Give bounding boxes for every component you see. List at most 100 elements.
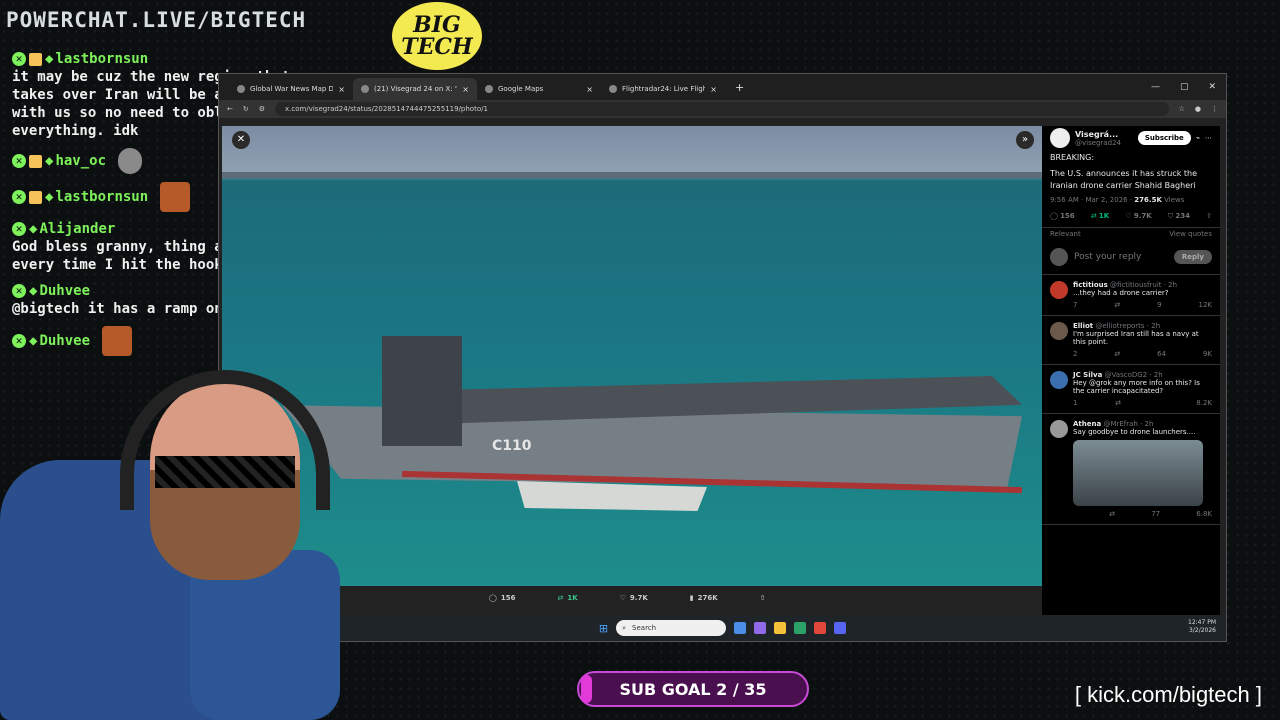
sub-goal-bar: SUB GOAL 2 / 35 — [577, 671, 809, 707]
repost-stat[interactable]: ⇄ 1K — [1091, 212, 1109, 221]
task-view-icon[interactable] — [734, 622, 747, 634]
profile-icon[interactable]: ● — [1195, 105, 1201, 113]
reply-text: ...they had a drone carrier? — [1073, 289, 1169, 297]
menu-icon[interactable]: ⋮ — [1211, 105, 1218, 113]
tab-close-icon[interactable]: × — [710, 85, 717, 94]
reply-author[interactable]: Elliot — [1073, 322, 1093, 330]
clock-date: 3/2/2026 — [1189, 627, 1216, 634]
reply-input[interactable]: Post your reply — [1074, 252, 1168, 262]
file-explorer-icon[interactable] — [774, 622, 787, 634]
reply-stat[interactable]: ◯ 156 — [1050, 212, 1075, 221]
tab-close-icon[interactable]: × — [586, 85, 593, 94]
bookmark-star-icon[interactable]: ☆ — [1179, 105, 1185, 113]
bookmark-stat[interactable]: ⛉ 234 — [1168, 212, 1190, 221]
tab-flightradar[interactable]: Flightradar24: Live Flight Track × — [601, 78, 725, 100]
post-stats: ◯ 156 ⇄ 1K ♡ 9.7K ⛉ 234 ⇧ — [1042, 206, 1220, 228]
reply-image[interactable] — [1073, 440, 1203, 506]
reply-count: 156 — [500, 594, 516, 602]
avatar[interactable] — [1050, 281, 1068, 299]
sort-relevant[interactable]: Relevant — [1050, 230, 1081, 238]
reply-view-count[interactable]: 12K — [1198, 301, 1212, 309]
tab-close-icon[interactable]: × — [462, 85, 469, 94]
tab-google-maps[interactable]: Google Maps × — [477, 78, 601, 100]
reply-view-count[interactable]: 8.2K — [1196, 399, 1212, 407]
like-action[interactable]: ♡ 9.7K — [620, 594, 648, 602]
expand-panel-icon[interactable]: » — [1016, 131, 1034, 149]
reply-view-count[interactable]: 6.8K — [1196, 510, 1212, 518]
subscribe-button[interactable]: Subscribe — [1137, 131, 1191, 145]
more-icon[interactable]: ⋯ — [1205, 134, 1212, 142]
repost-icon[interactable]: ⇄ — [1115, 399, 1121, 407]
reply-like-count[interactable]: 9 — [1157, 301, 1161, 309]
site-info-icon[interactable]: ⚙ — [259, 105, 265, 113]
author-name[interactable]: Visegrá... — [1075, 130, 1121, 139]
address-bar: ← ↻ ⚙ x.com/visegrad24/status/2028514744… — [219, 100, 1226, 118]
discord-icon[interactable] — [834, 622, 847, 634]
maximize-icon[interactable]: ▢ — [1180, 82, 1189, 92]
reply-like-count[interactable]: 64 — [1157, 350, 1166, 358]
reply-like-count[interactable]: 77 — [1151, 510, 1160, 518]
post-view-count: 276.5K — [1134, 196, 1162, 204]
tab-title: (21) Visegrad 24 on X: "BREAK — [374, 85, 457, 93]
repost-action[interactable]: ⇄ 1K — [557, 594, 577, 602]
emote-icon — [118, 148, 143, 174]
photo-viewer[interactable]: C110 ✕ » — [222, 126, 1042, 586]
reply-action[interactable]: ◯ 156 — [489, 594, 515, 602]
tab-title: Flightradar24: Live Flight Track — [622, 85, 706, 93]
reply-author[interactable]: Athena — [1073, 420, 1101, 428]
mod-badge-icon: ✕ — [12, 52, 26, 66]
view-quotes-link[interactable]: View quotes — [1169, 230, 1212, 238]
edge-icon[interactable] — [794, 622, 807, 634]
new-tab-button[interactable]: + — [725, 81, 754, 100]
grok-icon[interactable]: ⌁ — [1196, 134, 1200, 142]
chat-username: lastbornsun — [55, 51, 149, 67]
mod-badge-icon: ✕ — [12, 222, 26, 236]
reply-reply-count[interactable]: 2 — [1073, 350, 1077, 358]
reply-item[interactable]: Athena @MrEfrah · 2h Say goodbye to drone… — [1042, 414, 1220, 525]
reply-author[interactable]: JC Silva — [1073, 371, 1102, 379]
minimize-icon[interactable]: — — [1151, 82, 1160, 92]
reply-content: Elliot @elliotreports · 2h I'm surprised … — [1073, 322, 1212, 358]
carrier-ship-image: C110 — [262, 336, 1042, 496]
clock-time: 12:47 PM — [1188, 619, 1216, 626]
reply-button[interactable]: Reply — [1173, 250, 1212, 264]
start-icon[interactable]: ⊞ — [599, 622, 608, 635]
share-action[interactable]: ⇧ — [760, 594, 766, 602]
share-icon[interactable]: ⇧ — [1206, 212, 1212, 221]
views-action[interactable]: ▮ 276K — [690, 594, 718, 602]
repost-icon[interactable]: ⇄ — [1114, 301, 1120, 309]
close-photo-icon[interactable]: ✕ — [232, 131, 250, 149]
reply-item[interactable]: fictitious @fictitiousfruit · 2h ...they … — [1042, 275, 1220, 316]
tab-war-map[interactable]: Global War News Map Day 3 4t × — [229, 78, 353, 100]
reply-reply-count[interactable]: 1 — [1073, 399, 1077, 407]
url-field[interactable]: x.com/visegrad24/status/2028514744475255… — [275, 102, 1169, 116]
reply-reply-count[interactable]: 7 — [1073, 301, 1077, 309]
diamond-badge-icon: ◆ — [45, 189, 54, 205]
like-stat[interactable]: ♡ 9.7K — [1125, 212, 1151, 221]
tab-close-icon[interactable]: × — [338, 85, 345, 94]
close-window-icon[interactable]: ✕ — [1208, 82, 1216, 92]
reply-view-count[interactable]: 9K — [1203, 350, 1212, 358]
chrome-icon[interactable] — [814, 622, 827, 634]
logo-line-2: TECH — [401, 34, 473, 60]
repost-icon[interactable]: ⇄ — [1109, 510, 1115, 518]
taskbar-search[interactable]: ⌕ Search — [616, 620, 727, 636]
system-tray-clock[interactable]: 12:47 PM 3/2/2026 — [1188, 619, 1216, 635]
taskbar-search-label: Search — [632, 624, 657, 632]
avatar[interactable] — [1050, 322, 1068, 340]
reload-icon[interactable]: ↻ — [243, 105, 249, 113]
back-icon[interactable]: ← — [227, 105, 233, 113]
reply-author[interactable]: fictitious — [1073, 281, 1108, 289]
chat-username: Duhvee — [39, 283, 91, 299]
repost-icon[interactable]: ⇄ — [1114, 350, 1120, 358]
copilot-icon[interactable] — [754, 622, 767, 634]
avatar[interactable] — [1050, 371, 1068, 389]
avatar[interactable] — [1050, 420, 1068, 438]
tab-visegrad[interactable]: (21) Visegrad 24 on X: "BREAK × — [353, 78, 477, 100]
reply-item[interactable]: Elliot @elliotreports · 2h I'm surprised … — [1042, 316, 1220, 365]
reply-content: JC Silva @VascoDG2 · 2h Hey @grok any mor… — [1073, 371, 1212, 407]
tab-favicon-icon — [237, 85, 245, 93]
avatar[interactable] — [1050, 128, 1070, 148]
reply-item[interactable]: JC Silva @VascoDG2 · 2h Hey @grok any mor… — [1042, 365, 1220, 414]
views-icon: ▮ — [689, 594, 694, 602]
